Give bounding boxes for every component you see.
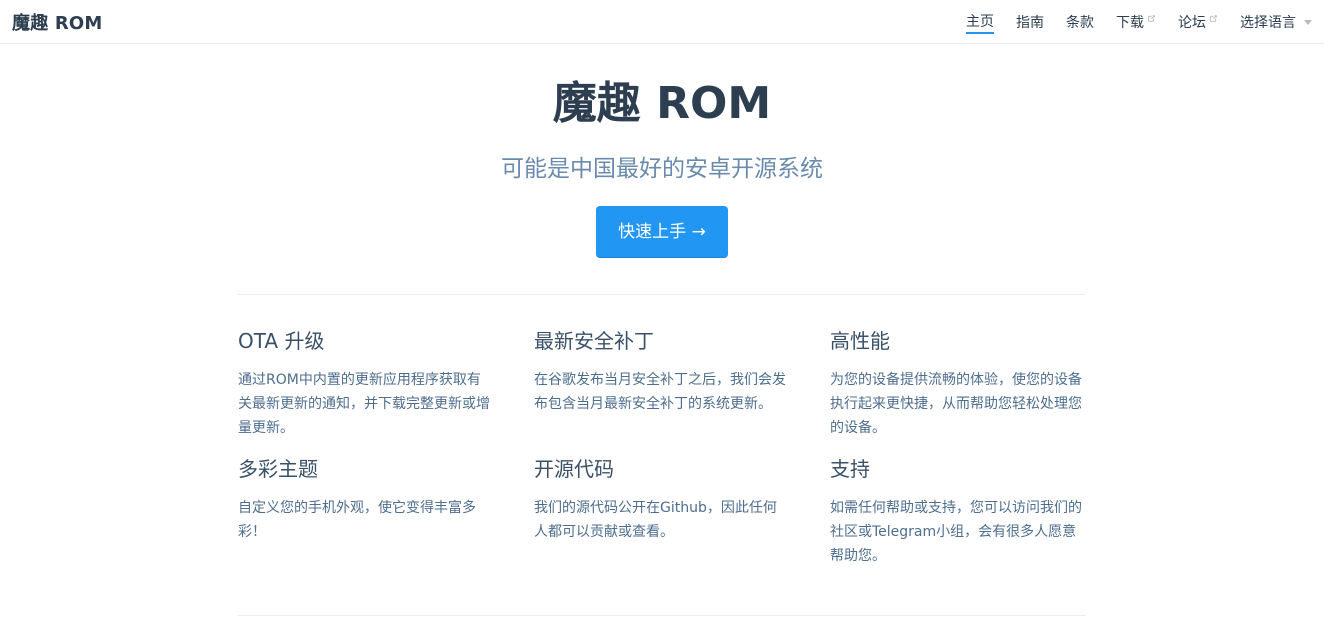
nav-item-guide[interactable]: 指南 [1016, 0, 1044, 44]
feature-details: 如需任何帮助或支持，您可以访问我们的社区或Telegram小组，会有很多人愿意帮… [830, 500, 1082, 564]
feature-details: 为您的设备提供流畅的体验，使您的设备执行起来更快捷，从而帮助您轻松处理您的设备。 [830, 372, 1082, 436]
feature-performance: 高性能 为您的设备提供流畅的体验，使您的设备执行起来更快捷，从而帮助您轻松处理您… [830, 326, 1086, 440]
bottom-divider [238, 615, 1086, 616]
feature-title: OTA 升级 [238, 329, 325, 353]
site-name-link[interactable]: 魔趣 ROM [12, 9, 103, 35]
external-link-icon [1210, 14, 1217, 22]
navbar: 魔趣 ROM 主页 指南 条款 下载 论坛 选择语言 [0, 0, 1324, 44]
feature-title: 多彩主题 [238, 457, 318, 481]
hero: 魔趣 ROM 可能是中国最好的安卓开源系统 快速上手 → [0, 44, 1324, 258]
feature-title: 支持 [830, 457, 870, 481]
hero-description: 可能是中国最好的安卓开源系统 [501, 156, 823, 182]
language-dropdown-label: 选择语言 [1240, 15, 1296, 31]
nav-item-forum[interactable]: 论坛 [1178, 0, 1218, 44]
nav-links: 主页 指南 条款 下载 论坛 选择语言 [944, 0, 1312, 44]
nav-item-home[interactable]: 主页 [966, 0, 994, 44]
nav-item-label: 主页 [966, 11, 994, 34]
feature-details: 在谷歌发布当月安全补丁之后，我们会发布包含当月最新安全补丁的系统更新。 [534, 372, 786, 412]
feature-details: 自定义您的手机外观，使它变得丰富多彩！ [238, 500, 476, 540]
external-link-icon [1148, 14, 1155, 22]
feature-details: 通过ROM中内置的更新应用程序获取有关最新更新的通知，并下载完整更新或增量更新。 [238, 372, 490, 436]
nav-item-terms[interactable]: 条款 [1066, 0, 1094, 44]
hero-title: 魔趣 ROM [552, 78, 772, 129]
nav-item-label: 指南 [1016, 15, 1044, 31]
feature-title: 开源代码 [534, 457, 614, 481]
feature-title: 高性能 [830, 329, 890, 353]
nav-item-label: 条款 [1066, 15, 1094, 31]
feature-title: 最新安全补丁 [534, 329, 654, 353]
feature-support: 支持 如需任何帮助或支持，您可以访问我们的社区或Telegram小组，会有很多人… [830, 454, 1086, 568]
top-divider [238, 294, 1086, 295]
feature-details: 我们的源代码公开在Github，因此任何人都可以贡献或查看。 [534, 500, 777, 540]
features-grid: OTA 升级 通过ROM中内置的更新应用程序获取有关最新更新的通知，并下载完整更… [238, 326, 1086, 568]
feature-security-patch: 最新安全补丁 在谷歌发布当月安全补丁之后，我们会发布包含当月最新安全补丁的系统更… [534, 326, 790, 440]
nav-item-label: 论坛 [1178, 15, 1206, 31]
caret-down-icon [1304, 19, 1312, 25]
nav-item-label: 下载 [1116, 15, 1144, 31]
language-dropdown[interactable]: 选择语言 [1240, 0, 1312, 44]
get-started-button[interactable]: 快速上手 → [596, 206, 728, 258]
feature-ota: OTA 升级 通过ROM中内置的更新应用程序获取有关最新更新的通知，并下载完整更… [238, 326, 494, 440]
feature-themes: 多彩主题 自定义您的手机外观，使它变得丰富多彩！ [238, 454, 494, 568]
nav-item-download[interactable]: 下载 [1116, 0, 1156, 44]
feature-open-source: 开源代码 我们的源代码公开在Github，因此任何人都可以贡献或查看。 [534, 454, 790, 568]
